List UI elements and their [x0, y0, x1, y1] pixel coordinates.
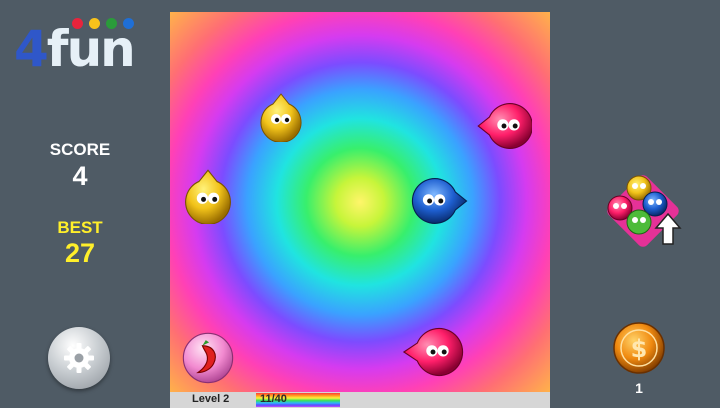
yellow-blob[interactable] — [256, 92, 306, 142]
progress-text: 11/40 — [260, 393, 287, 405]
logo-letter-n: n — [100, 20, 136, 78]
next-piece-cluster[interactable] — [598, 166, 688, 256]
logo-letter-f: f — [46, 20, 69, 78]
status-bar: Level 2 11/40 — [170, 392, 550, 408]
best-value: 27 — [64, 238, 96, 268]
chili-pepper-bubble-icon[interactable] — [180, 330, 236, 386]
yellow-blob[interactable] — [180, 168, 236, 224]
gear-icon — [64, 343, 94, 373]
dollar-coin-icon[interactable]: $ — [612, 321, 666, 375]
svg-text:$: $ — [631, 335, 648, 363]
game-board[interactable] — [170, 12, 550, 392]
game-logo: 4fun — [14, 14, 144, 76]
settings-button[interactable] — [48, 327, 110, 389]
logo-text: 4fun — [14, 24, 136, 74]
level-label: Level 2 — [192, 393, 230, 405]
best-label: BEST — [57, 218, 103, 237]
pink-blob[interactable] — [401, 324, 465, 380]
score-label: SCORE — [49, 140, 111, 159]
score-value: 4 — [72, 161, 88, 191]
logo-four: 4 — [14, 20, 49, 78]
coin-count: 1 — [635, 380, 643, 396]
level-progress-bar: 11/40 — [256, 393, 340, 407]
blue-blob[interactable] — [407, 173, 469, 229]
pink-blob[interactable] — [476, 98, 532, 154]
logo-letter-u: u — [66, 20, 103, 78]
